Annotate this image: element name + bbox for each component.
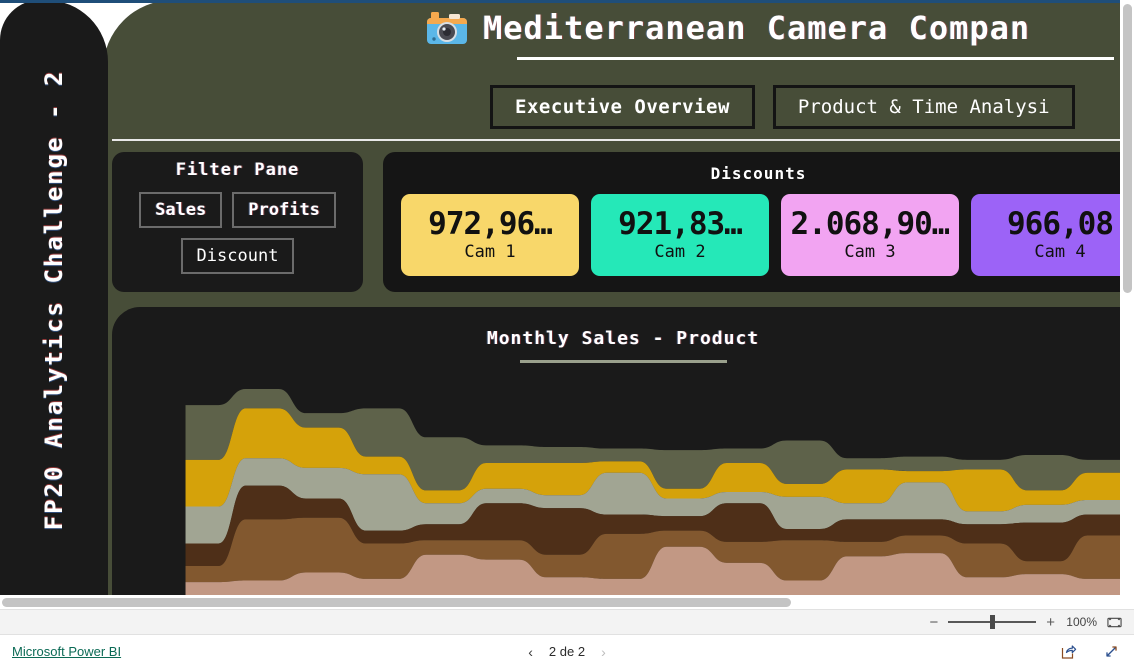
kpi-label: Cam 2 <box>654 242 706 263</box>
kpi-card[interactable]: 972,96… Cam 1 <box>401 194 579 276</box>
filter-buttons-row: Sales Profits <box>112 192 363 228</box>
previous-page-button[interactable]: ‹ <box>528 645 533 659</box>
status-bar-actions <box>1060 643 1120 660</box>
tab-product-time-analysis[interactable]: Product & Time Analysi <box>772 85 1075 129</box>
vertical-scrollbar-thumb[interactable] <box>1123 4 1132 293</box>
filter-button-sales[interactable]: Sales <box>139 192 223 228</box>
kpi-label: Cam 4 <box>1034 242 1086 263</box>
zoom-percent-label: 100% <box>1066 615 1097 629</box>
report-title-row: Mediterranean Camera Compan <box>425 8 1030 48</box>
zoom-slider-handle[interactable] <box>990 615 996 629</box>
title-underline <box>517 57 1114 60</box>
page-navigator: ‹ 2 de 2 › <box>528 644 606 659</box>
kpi-card[interactable]: 2.068,90… Cam 3 <box>781 194 959 276</box>
fullscreen-icon[interactable] <box>1103 643 1120 660</box>
page-indicator: 2 de 2 <box>548 644 586 659</box>
power-bi-report-viewer: FP20 Analytics Challenge - 2 Mediterrane… <box>0 0 1134 667</box>
zoom-bar: − + 100% <box>0 609 1134 635</box>
top-accent-bar <box>0 0 1134 3</box>
kpi-value: 2.068,90… <box>790 207 950 241</box>
tab-executive-overview[interactable]: Executive Overview <box>490 85 755 129</box>
horizontal-scrollbar-track[interactable] <box>0 595 1134 609</box>
filter-pane: Filter Pane Sales Profits Discount <box>112 152 363 292</box>
header-divider <box>112 139 1134 141</box>
chart-title-underline <box>519 360 727 363</box>
navigation-tabs: Executive Overview Product & Time Analys… <box>490 85 1075 129</box>
kpi-panel: Discounts 972,96… Cam 1 921,83… Cam 2 2.… <box>383 152 1134 292</box>
next-page-button[interactable]: › <box>601 645 606 659</box>
kpi-label: Cam 1 <box>464 242 516 263</box>
kpi-card[interactable]: 921,83… Cam 2 <box>591 194 769 276</box>
share-icon[interactable] <box>1060 643 1077 660</box>
kpi-value: 921,83… <box>618 207 742 241</box>
fit-to-page-icon[interactable] <box>1107 615 1122 630</box>
chart-panel: Monthly Sales - Product <box>112 307 1134 595</box>
side-banner-label: FP20 Analytics Challenge - 2 <box>40 69 68 531</box>
horizontal-scrollbar-thumb[interactable] <box>2 598 791 607</box>
kpi-card-list: 972,96… Cam 1 921,83… Cam 2 2.068,90… Ca… <box>401 194 1134 276</box>
page-title: Mediterranean Camera Compan <box>483 9 1031 47</box>
filter-buttons-row: Discount <box>112 238 363 274</box>
microsoft-power-bi-link[interactable]: Microsoft Power BI <box>12 644 121 659</box>
filter-pane-title: Filter Pane <box>175 160 300 180</box>
vertical-scrollbar-track[interactable] <box>1120 0 1134 600</box>
kpi-label: Cam 3 <box>844 242 896 263</box>
monthly-sales-ribbon-chart[interactable] <box>172 383 1134 595</box>
zoom-in-button[interactable]: + <box>1046 615 1055 630</box>
status-bar: Microsoft Power BI ‹ 2 de 2 › <box>0 636 1134 667</box>
camera-icon <box>427 12 467 44</box>
zoom-slider[interactable] <box>948 615 1037 629</box>
report-header: Mediterranean Camera Compan Executive Ov… <box>112 0 1134 140</box>
kpi-card[interactable]: 966,08 Cam 4 <box>971 194 1134 276</box>
report-canvas: FP20 Analytics Challenge - 2 Mediterrane… <box>0 0 1134 600</box>
chart-title: Monthly Sales - Product <box>486 328 760 349</box>
zoom-out-button[interactable]: − <box>929 615 938 630</box>
kpi-value: 966,08 <box>1007 207 1113 241</box>
side-banner: FP20 Analytics Challenge - 2 <box>0 0 108 600</box>
filter-button-discount[interactable]: Discount <box>180 238 295 274</box>
kpi-value: 972,96… <box>428 207 552 241</box>
filter-button-profits[interactable]: Profits <box>232 192 336 228</box>
kpi-panel-title: Discounts <box>710 164 807 183</box>
